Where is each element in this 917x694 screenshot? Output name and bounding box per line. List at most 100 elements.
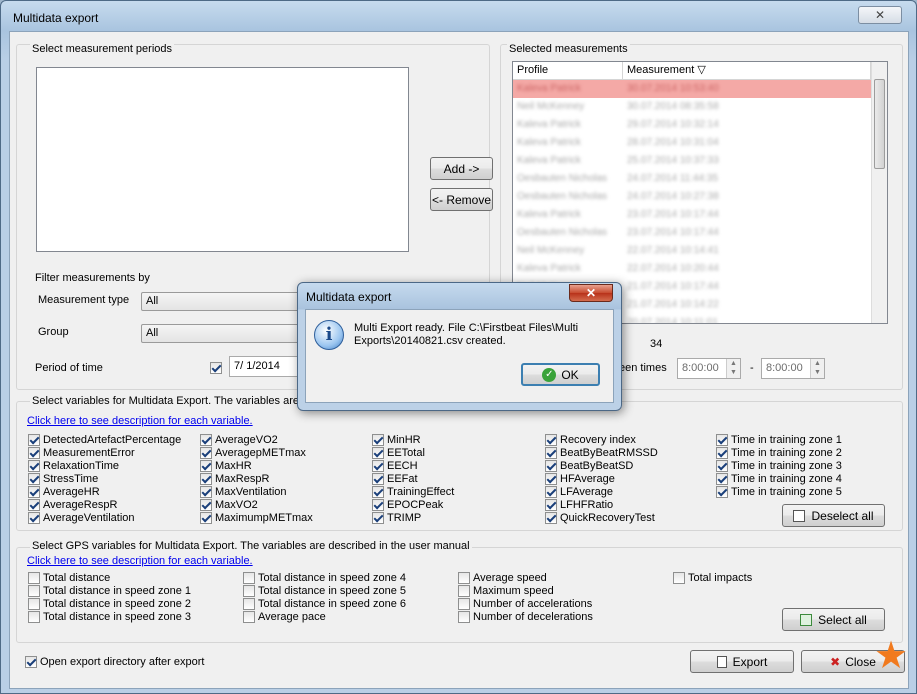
period-from-date[interactable]: 7/ 1/2014 [229, 356, 299, 377]
variable-checkbox[interactable] [545, 460, 557, 473]
variable-checkbox[interactable] [200, 460, 212, 473]
variable-option[interactable]: QuickRecoveryTest [545, 512, 655, 525]
remove-button[interactable]: <- Remove [430, 188, 493, 211]
variable-checkbox[interactable] [716, 434, 728, 447]
variable-option[interactable]: Recovery index [545, 434, 636, 447]
variable-checkbox[interactable] [716, 460, 728, 473]
measurement-type-select[interactable]: All [141, 292, 311, 311]
variable-option[interactable]: Total impacts [673, 572, 752, 585]
variable-option[interactable]: DetectedArtefactPercentage [28, 434, 181, 447]
variable-option[interactable]: RelaxationTime [28, 460, 119, 473]
variable-option[interactable]: EECH [372, 460, 418, 473]
variable-checkbox[interactable] [458, 585, 470, 598]
variable-checkbox[interactable] [545, 434, 557, 447]
table-row[interactable]: Kaleva Patrick 29.07.2014 10:32:14 [513, 116, 871, 134]
variable-option[interactable]: LFHFRatio [545, 499, 613, 512]
variable-checkbox[interactable] [200, 447, 212, 460]
variable-option[interactable]: AverageVO2 [200, 434, 278, 447]
variable-checkbox[interactable] [372, 473, 384, 486]
variable-checkbox[interactable] [28, 447, 40, 460]
table-row[interactable]: Kaleva Patrick 30.07.2014 10:53:40 [513, 80, 871, 98]
variable-option[interactable]: Total distance in speed zone 4 [243, 572, 406, 585]
variable-checkbox[interactable] [28, 460, 40, 473]
table-row[interactable]: Kaleva Patrick 28.07.2014 10:31:04 [513, 134, 871, 152]
variable-checkbox[interactable] [372, 447, 384, 460]
variable-checkbox[interactable] [458, 598, 470, 611]
variable-checkbox[interactable] [243, 585, 255, 598]
table-row[interactable]: Oesbauten Nicholas 24.07.2014 11:44:35 [513, 170, 871, 188]
variable-option[interactable]: Total distance in speed zone 2 [28, 598, 191, 611]
variable-checkbox[interactable] [200, 512, 212, 525]
variables-description-link[interactable]: Click here to see description for each v… [27, 415, 253, 427]
table-row[interactable]: Kaleva Patrick 22.07.2014 10:20:44 [513, 260, 871, 278]
dialog-ok-button[interactable]: ✓ OK [521, 363, 600, 386]
variable-checkbox[interactable] [28, 585, 40, 598]
variable-option[interactable]: Total distance in speed zone 3 [28, 611, 191, 624]
variable-option[interactable]: AverageRespR [28, 499, 117, 512]
variable-option[interactable]: Total distance in speed zone 1 [28, 585, 191, 598]
variable-checkbox[interactable] [28, 473, 40, 486]
variable-option[interactable]: Number of accelerations [458, 598, 592, 611]
variable-checkbox[interactable] [200, 486, 212, 499]
measurement-column-header[interactable]: Measurement ▽ [623, 62, 871, 80]
variable-checkbox[interactable] [372, 512, 384, 525]
variable-option[interactable]: HFAverage [545, 473, 615, 486]
variable-checkbox[interactable] [28, 611, 40, 624]
variable-option[interactable]: Time in training zone 3 [716, 460, 842, 473]
variable-checkbox[interactable] [28, 572, 40, 585]
variable-checkbox[interactable] [243, 572, 255, 585]
variable-option[interactable]: Time in training zone 2 [716, 447, 842, 460]
open-export-dir-checkbox[interactable] [25, 656, 37, 669]
variable-option[interactable]: MaxVO2 [200, 499, 258, 512]
variable-option[interactable]: BeatByBeatSD [545, 460, 633, 473]
variable-checkbox[interactable] [28, 486, 40, 499]
variable-option[interactable]: Time in training zone 4 [716, 473, 842, 486]
variable-checkbox[interactable] [458, 572, 470, 585]
variable-checkbox[interactable] [200, 434, 212, 447]
variable-option[interactable]: Average speed [458, 572, 547, 585]
variable-checkbox[interactable] [28, 434, 40, 447]
variable-checkbox[interactable] [545, 486, 557, 499]
variable-option[interactable]: Average pace [243, 611, 326, 624]
variable-option[interactable]: Maximum speed [458, 585, 554, 598]
variable-checkbox[interactable] [372, 499, 384, 512]
variable-option[interactable]: MinHR [372, 434, 421, 447]
open-export-dir-option[interactable]: Open export directory after export [25, 656, 204, 669]
group-select[interactable]: All [141, 324, 311, 343]
variable-checkbox[interactable] [716, 486, 728, 499]
variable-option[interactable]: BeatByBeatRMSSD [545, 447, 658, 460]
variable-checkbox[interactable] [545, 499, 557, 512]
table-row[interactable]: Oesbauten Nicholas 24.07.2014 10:27:38 [513, 188, 871, 206]
variable-option[interactable]: TRIMP [372, 512, 421, 525]
variable-checkbox[interactable] [200, 473, 212, 486]
measurement-periods-list[interactable] [36, 67, 409, 252]
time-from-spin-icon[interactable]: ▲ ▼ [726, 359, 740, 378]
variable-option[interactable]: Time in training zone 1 [716, 434, 842, 447]
variable-checkbox[interactable] [28, 512, 40, 525]
variable-option[interactable]: AverageHR [28, 486, 100, 499]
period-of-time-checkbox[interactable] [210, 362, 222, 375]
variable-checkbox[interactable] [243, 598, 255, 611]
gps-description-link[interactable]: Click here to see description for each v… [27, 555, 253, 567]
time-to-input[interactable]: 8:00:00 ▲ ▼ [761, 358, 825, 379]
dialog-close-button[interactable]: ✕ [569, 284, 613, 302]
variable-option[interactable]: Total distance in speed zone 6 [243, 598, 406, 611]
variable-option[interactable]: MaximumpMETmax [200, 512, 313, 525]
variable-option[interactable]: EEFat [372, 473, 418, 486]
variable-option[interactable]: Time in training zone 5 [716, 486, 842, 499]
time-from-input[interactable]: 8:00:00 ▲ ▼ [677, 358, 741, 379]
variable-option[interactable]: LFAverage [545, 486, 613, 499]
variable-checkbox[interactable] [372, 460, 384, 473]
variable-checkbox[interactable] [458, 611, 470, 624]
variable-checkbox[interactable] [200, 499, 212, 512]
table-row[interactable]: Oesbauten Nicholas 23.07.2014 10:17:44 [513, 224, 871, 242]
table-row[interactable]: Neil McKenney 22.07.2014 10:14:41 [513, 242, 871, 260]
variable-option[interactable]: Total distance in speed zone 5 [243, 585, 406, 598]
variable-checkbox[interactable] [673, 572, 685, 585]
variable-checkbox[interactable] [545, 473, 557, 486]
variable-option[interactable]: MeasurementError [28, 447, 135, 460]
variable-checkbox[interactable] [243, 611, 255, 624]
variable-option[interactable]: Number of decelerations [458, 611, 593, 624]
list-scrollbar[interactable] [871, 62, 887, 323]
variable-checkbox[interactable] [545, 447, 557, 460]
